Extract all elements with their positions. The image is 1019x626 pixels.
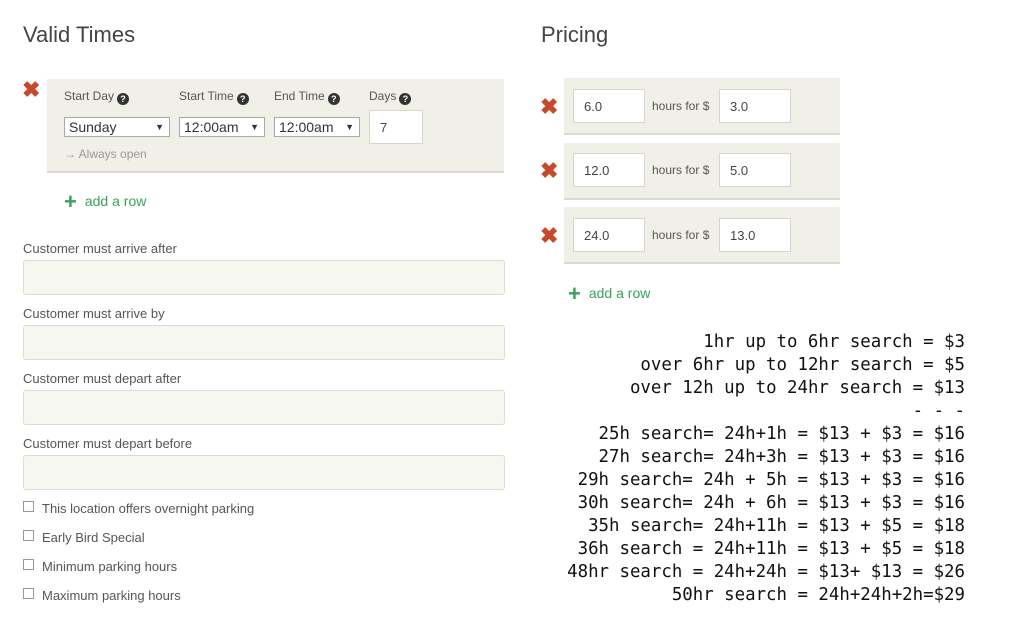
price-input[interactable]: 3.0 [719, 89, 791, 123]
help-icon[interactable]: ? [399, 93, 412, 105]
remove-time-row-icon[interactable]: ✖ [22, 79, 40, 101]
arrive-after-input[interactable] [23, 260, 505, 295]
chevron-down-icon: ▼ [345, 122, 354, 132]
plus-icon: + [64, 189, 77, 214]
pricing-title: Pricing [541, 22, 609, 47]
help-icon[interactable]: ? [117, 93, 130, 105]
arrive-by-input[interactable] [23, 325, 505, 360]
price-row: 6.0 hours for $ 3.0 [564, 78, 840, 135]
note-line: - - - [912, 401, 965, 421]
help-icon[interactable]: ? [236, 93, 249, 105]
chevron-down-icon: ▼ [155, 122, 164, 132]
arrive-by-label: Customer must arrive by [23, 306, 165, 321]
hours-input[interactable]: 24.0 [573, 218, 645, 252]
remove-price-row-icon[interactable]: ✖ [540, 160, 558, 182]
note-line: over 6hr up to 12hr search = $5 [640, 355, 965, 375]
price-row: 24.0 hours for $ 13.0 [564, 207, 840, 264]
plus-icon: + [568, 281, 581, 306]
depart-after-input[interactable] [23, 390, 505, 425]
chevron-down-icon: ▼ [250, 122, 259, 132]
price-input[interactable]: 5.0 [719, 153, 791, 187]
note-line: 48hr search = 24h+24h = $13+ $13 = $26 [567, 562, 965, 582]
add-time-row-button[interactable]: + add a row [64, 189, 146, 215]
valid-time-row: Start Day? Start Time? End Time? Days? S… [47, 79, 504, 173]
depart-after-label: Customer must depart after [23, 371, 182, 386]
start-day-select[interactable]: Sunday ▼ [64, 117, 170, 137]
price-row: 12.0 hours for $ 5.0 [564, 143, 840, 200]
hours-for-label: hours for $ [652, 163, 710, 177]
note-line: 27h search= 24h+3h = $13 + $3 = $16 [598, 447, 965, 467]
days-input[interactable]: 7 [369, 110, 423, 144]
early-bird-checkbox[interactable]: Early Bird Special [23, 530, 145, 545]
always-open-note: → Always open [64, 147, 147, 161]
hours-input[interactable]: 6.0 [573, 89, 645, 123]
valid-times-title: Valid Times [23, 22, 136, 47]
maximum-hours-checkbox[interactable]: Maximum parking hours [23, 588, 181, 603]
note-line: 1hr up to 6hr search = $3 [703, 332, 965, 352]
minimum-hours-checkbox[interactable]: Minimum parking hours [23, 559, 177, 574]
depart-before-input[interactable] [23, 455, 505, 490]
price-input[interactable]: 13.0 [719, 218, 791, 252]
start-day-header: Start Day? [64, 89, 130, 105]
overnight-parking-checkbox[interactable]: This location offers overnight parking [23, 501, 254, 516]
start-time-header: Start Time? [179, 89, 249, 105]
remove-price-row-icon[interactable]: ✖ [540, 225, 558, 247]
note-line: 35h search= 24h+11h = $13 + $5 = $18 [588, 516, 965, 536]
help-icon[interactable]: ? [327, 93, 340, 105]
note-line: 30h search= 24h + 6h = $13 + $3 = $16 [577, 493, 965, 513]
note-line: 25h search= 24h+1h = $13 + $3 = $16 [598, 424, 965, 444]
end-time-header: End Time? [274, 89, 340, 105]
add-price-row-button[interactable]: + add a row [568, 281, 650, 307]
hours-for-label: hours for $ [652, 228, 710, 242]
end-time-select[interactable]: 12:00am ▼ [274, 117, 360, 137]
depart-before-label: Customer must depart before [23, 436, 193, 451]
start-time-select[interactable]: 12:00am ▼ [179, 117, 265, 137]
days-header: Days? [369, 89, 412, 105]
remove-price-row-icon[interactable]: ✖ [540, 96, 558, 118]
note-line: 29h search= 24h + 5h = $13 + $3 = $16 [577, 470, 965, 490]
arrive-after-label: Customer must arrive after [23, 241, 177, 256]
pricing-examples-notes: 1hr up to 6hr search = $3 over 6hr up to… [520, 331, 965, 607]
note-line: over 12h up to 24hr search = $13 [629, 378, 965, 398]
note-line: 36h search = 24h+11h = $13 + $5 = $18 [577, 539, 965, 559]
hours-input[interactable]: 12.0 [573, 153, 645, 187]
hours-for-label: hours for $ [652, 99, 710, 113]
note-line: 50hr search = 24h+24h+2h=$29 [671, 585, 965, 605]
